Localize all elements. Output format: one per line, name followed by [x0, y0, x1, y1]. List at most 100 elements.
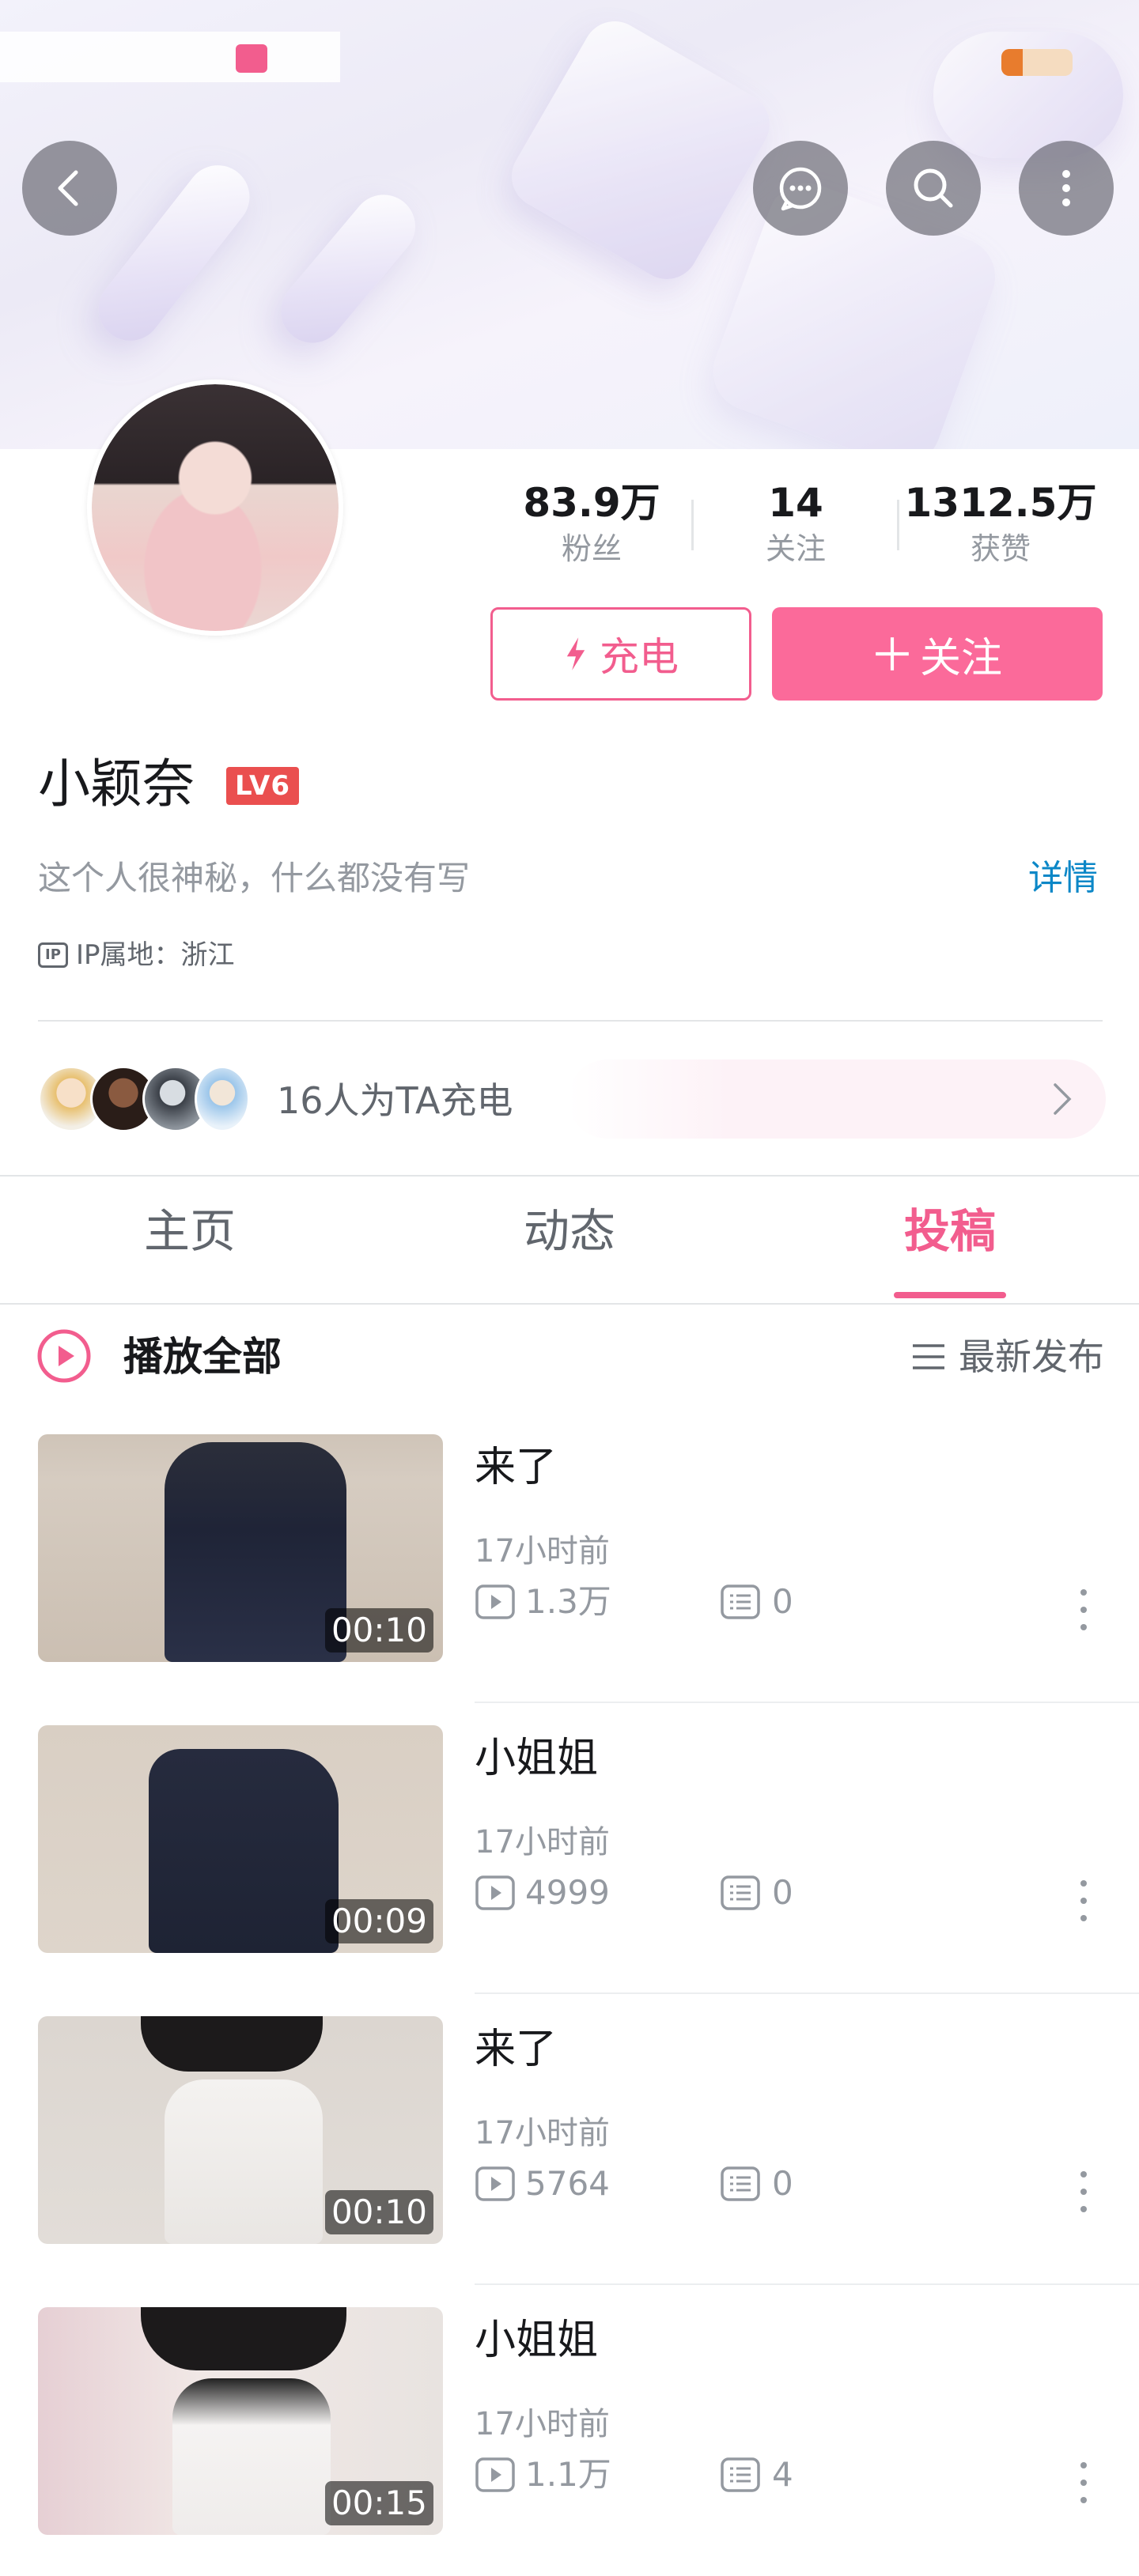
ip-location: IP IP属地：浙江: [38, 933, 235, 977]
video-item[interactable]: 00:09 小姐姐 17小时前 4999 0: [0, 1703, 1139, 1994]
more-vertical-icon[interactable]: [1076, 2168, 1092, 2215]
video-duration: 00:09: [324, 1899, 433, 1943]
video-comments: 4: [720, 2453, 793, 2497]
play-count: 5764: [525, 2164, 610, 2203]
video-title[interactable]: 来了: [475, 2018, 557, 2081]
video-duration: 00:10: [324, 2190, 433, 2234]
play-all-button[interactable]: 播放全部: [123, 1325, 282, 1388]
video-duration: 00:15: [324, 2481, 433, 2525]
status-bar: [0, 32, 1139, 95]
play-count: 4999: [525, 1873, 610, 1912]
video-thumbnail[interactable]: 00:15: [38, 2307, 443, 2535]
charge-button[interactable]: 充电: [490, 607, 751, 701]
charge-supporters-row[interactable]: 16人为TA充电: [38, 1059, 1106, 1143]
video-thumbnail[interactable]: 00:10: [38, 2016, 443, 2244]
play-count-icon: [475, 2166, 515, 2201]
play-count: 1.1万: [525, 2455, 611, 2494]
more-vertical-icon: [1062, 170, 1070, 206]
comment-icon: [721, 2166, 760, 2201]
thumbnail-hair: [141, 2016, 323, 2072]
video-duration: 00:10: [324, 1608, 433, 1652]
active-tab-indicator: [894, 1292, 1006, 1298]
plus-icon: [876, 637, 909, 670]
stat-label: 获赞: [970, 531, 1031, 566]
video-thumbnail[interactable]: 00:09: [38, 1725, 443, 1953]
video-item[interactable]: 00:15 小姐姐 17小时前 1.1万 4: [0, 2285, 1139, 2576]
video-item[interactable]: 00:10 来了 17小时前 5764 0: [0, 1994, 1139, 2285]
video-plays: 1.3万: [475, 1580, 611, 1624]
avatar-image: [92, 384, 339, 631]
chat-bubble-icon: [779, 167, 822, 211]
sort-button[interactable]: 最新发布: [911, 1325, 1104, 1388]
stat-divider: [691, 500, 694, 550]
play-circle-icon[interactable]: [36, 1328, 92, 1384]
video-title[interactable]: 来了: [475, 1436, 557, 1499]
stat-label: 粉丝: [561, 531, 622, 566]
more-vertical-icon[interactable]: [1076, 1586, 1092, 1634]
more-button[interactable]: [1019, 141, 1114, 236]
comment-count: 0: [772, 1582, 793, 1621]
battery-level: [1001, 49, 1023, 76]
level-badge: LV6: [226, 767, 299, 805]
video-item[interactable]: 00:10 来了 17小时前 1.3万 0: [0, 1412, 1139, 1703]
video-time: 17小时前: [475, 2406, 610, 2442]
comment-icon: [721, 2457, 760, 2492]
video-title[interactable]: 小姐姐: [475, 2309, 598, 2372]
sort-label: 最新发布: [959, 1335, 1104, 1378]
follow-label: 关注: [919, 634, 1002, 682]
status-bar-left: [0, 32, 340, 82]
charge-bar-bg: [568, 1059, 1106, 1139]
divider: [38, 1020, 1103, 1022]
profile-tabs: 主页 动态 投稿: [0, 1175, 1139, 1303]
stat-value: 83.9万: [523, 480, 660, 526]
ip-icon: IP: [38, 942, 68, 968]
avatar[interactable]: [87, 380, 343, 636]
charge-label: 充电: [600, 634, 679, 680]
bilibili-app-icon: [236, 44, 267, 73]
comment-count: 0: [772, 1873, 793, 1912]
video-plays: 1.1万: [475, 2453, 611, 2497]
stat-following[interactable]: 14 关注: [717, 478, 875, 569]
video-plays: 5764: [475, 2162, 610, 2206]
battery-icon: [1001, 49, 1073, 76]
tab-uploads[interactable]: 投稿: [855, 1203, 1045, 1259]
user-name: 小颖奈: [38, 754, 195, 814]
chevron-right-icon: [1054, 1083, 1072, 1115]
more-vertical-icon[interactable]: [1076, 1877, 1092, 1924]
tab-dynamics[interactable]: 动态: [475, 1203, 664, 1259]
stat-likes[interactable]: 1312.5万 获赞: [902, 478, 1099, 569]
stat-divider: [897, 500, 899, 550]
video-comments: 0: [720, 1580, 793, 1624]
video-time: 17小时前: [475, 2115, 610, 2151]
message-button[interactable]: [753, 141, 848, 236]
stat-fans[interactable]: 83.9万 粉丝: [513, 478, 671, 569]
search-button[interactable]: [886, 141, 981, 236]
video-thumbnail[interactable]: 00:10: [38, 1434, 443, 1662]
follow-button[interactable]: 关注: [772, 607, 1103, 701]
video-title[interactable]: 小姐姐: [475, 1727, 598, 1790]
comment-icon: [721, 1875, 760, 1910]
divider: [0, 1303, 1139, 1305]
video-comments: 0: [720, 2162, 793, 2206]
thumbnail-figure: [165, 1442, 346, 1662]
supporter-avatar: [195, 1066, 250, 1132]
detail-link[interactable]: 详情: [1028, 852, 1098, 905]
video-time: 17小时前: [475, 1824, 610, 1860]
video-plays: 4999: [475, 1871, 610, 1915]
banner-decoration: [267, 182, 429, 356]
video-time: 17小时前: [475, 1533, 610, 1569]
tab-home[interactable]: 主页: [95, 1203, 285, 1259]
search-icon: [914, 168, 953, 208]
play-all-row: 播放全部 最新发布: [36, 1320, 1104, 1396]
thumbnail-figure: [165, 2079, 323, 2244]
chevron-left-icon: [58, 170, 78, 206]
thumbnail-hair: [141, 2307, 346, 2370]
charge-supporters-text: 16人为TA充电: [277, 1079, 513, 1122]
back-button[interactable]: [22, 141, 117, 236]
comment-icon: [721, 1585, 760, 1619]
stat-value: 14: [768, 480, 823, 526]
play-count-icon: [475, 1875, 515, 1910]
comment-count: 4: [772, 2455, 793, 2494]
thumbnail-figure: [172, 2378, 331, 2535]
more-vertical-icon[interactable]: [1076, 2459, 1092, 2506]
